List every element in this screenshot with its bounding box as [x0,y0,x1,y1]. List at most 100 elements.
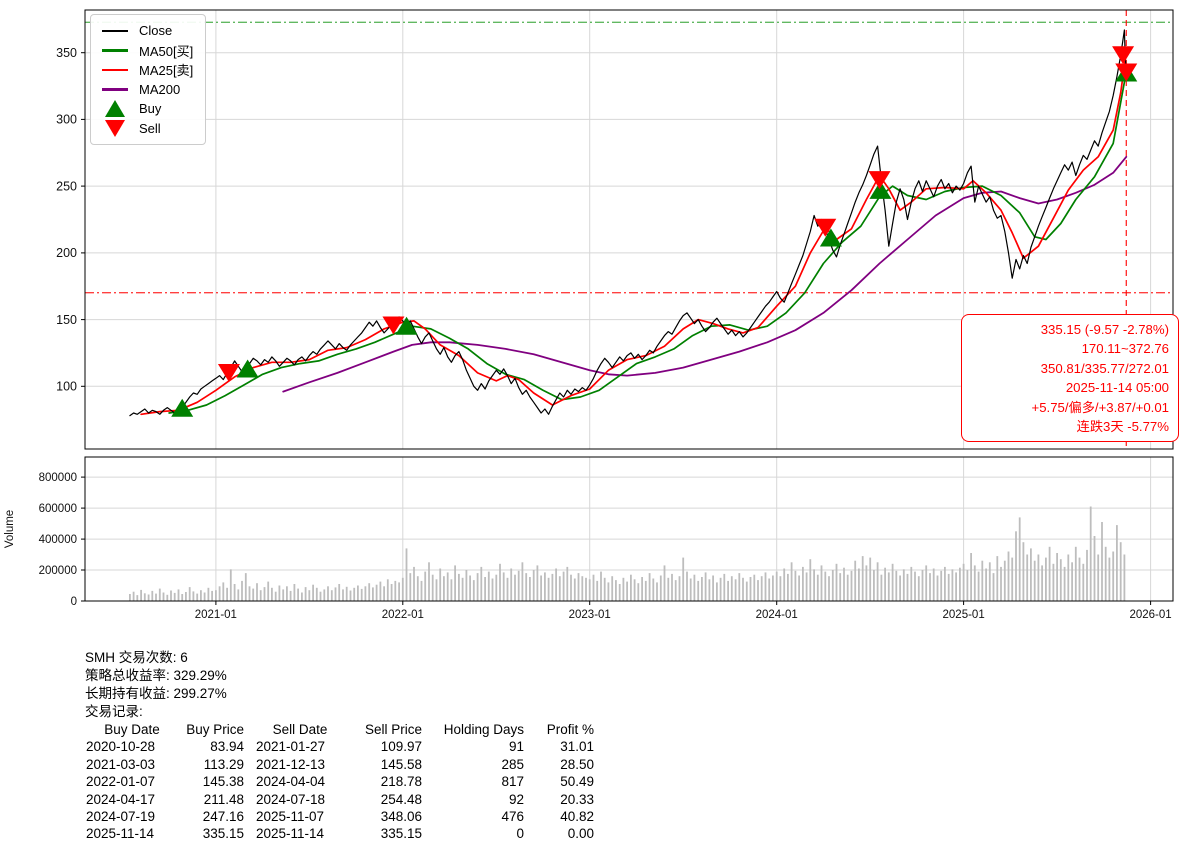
volume-axis-title: Volume [4,510,16,548]
volume-bar [686,571,688,601]
volume-bar [1123,554,1126,601]
volume-bar [484,577,486,601]
volume-bar [458,573,460,601]
volume-bar [181,594,184,601]
volume-bar [622,577,625,601]
volume-bar [450,579,453,601]
volume-bar [947,573,950,601]
volume-bar [401,577,404,601]
volume-bar [895,570,898,601]
volume-bar [525,573,528,601]
volume-bar [342,589,344,601]
volume-bar [973,565,976,601]
volume-bar [1067,554,1070,601]
volume-bar [132,591,135,601]
volume-bar [839,573,842,601]
volume-bar [701,577,703,601]
trade-cell: 2024-07-19 [86,809,156,825]
legend: Close MA50[买] MA25[卖] MA200 Buy Sell [90,14,207,145]
volume-bar [256,583,258,601]
volume-bar [772,575,774,601]
volume-bar [734,579,737,601]
volume-bar [375,584,378,601]
volume-bar [719,577,722,601]
volume-bar [652,578,655,601]
volume-bar [544,572,546,601]
volume-bar [1093,536,1096,601]
trade-cell: 2025-11-14 [86,826,155,842]
volume-bar [1101,522,1103,601]
volume-bar [263,587,266,601]
trade-table-header: Buy Date Buy Price Sell Date Sell Price … [86,721,594,738]
volume-bar [252,588,255,601]
volume-bar [304,587,307,601]
volume-bar [626,581,628,601]
trade-cell: 2020-10-28 [86,739,156,755]
buy-marker [171,398,194,417]
volume-bar [1030,548,1032,601]
volume-bar [775,571,778,601]
legend-label: MA25[卖] [139,63,194,79]
volume-bar [787,573,789,601]
volume-bar [308,590,311,601]
trade-cell: 2025-11-07 [256,809,325,825]
volume-bar [1048,546,1051,601]
annotation-price-change: 335.15 (-9.57 -2.78%) [1040,322,1169,337]
volume-bar [461,577,464,601]
trade-row: 2024-04-17 211.48 2024-07-18 254.48 92 20.33 [86,791,594,808]
volume-bar [1104,546,1107,601]
buy-hold-return-line: 长期持有收益: 299.27% [85,686,227,701]
annotation-range: 170.11~372.76 [1081,341,1169,357]
volume-bar [259,590,262,601]
volume-bar [1026,554,1029,601]
volume-bar [996,556,999,601]
volume-bar [630,574,632,601]
volume-bar [798,575,800,601]
volume-bar [472,580,475,601]
legend-item-buy: Buy [100,99,193,119]
volume-bar [413,566,415,601]
trade-cell: 476 [501,809,524,825]
volume-bar [873,570,875,601]
volume-bar [581,576,584,601]
volume-bar [207,587,210,601]
volume-bar [465,570,468,601]
trade-table: Buy Date Buy Price Sell Date Sell Price … [86,721,594,843]
volume-bar [1078,557,1081,601]
volume-bar [816,574,819,601]
volume-bar [790,562,793,601]
volume-bar [955,572,957,601]
volume-bar [248,586,251,601]
volume-bar [386,579,389,601]
volume-bar [618,584,621,601]
volume-bar [431,574,434,601]
volume-bar [854,560,857,601]
volume-bar [869,557,872,601]
volume-bar [682,557,685,601]
volume-bar [712,575,714,601]
volume-tick-label: 600000 [39,503,77,515]
volume-bar [671,573,673,601]
volume-bar [173,592,176,601]
volume-bar [1015,531,1017,601]
volume-bar [887,572,890,601]
volume-bar [704,572,707,601]
volume-bar [656,582,658,601]
volume-bar [884,567,886,601]
volume-bar [286,586,288,601]
volume-bar [416,576,419,601]
trade-cell: 28.50 [560,756,594,772]
trade-cell: 31.01 [560,739,594,755]
volume-bar [267,581,270,601]
trade-cell: 0.00 [567,826,594,842]
volume-bar [858,568,860,601]
trade-cell: 2021-03-03 [86,756,156,772]
x-tick-label: 2022-01 [382,609,424,621]
volume-bar [491,578,494,601]
volume-bar [495,574,498,601]
annotation-datetime: 2025-11-14 05:00 [1065,380,1169,396]
col-holding-days: Holding Days [443,722,524,737]
volume-bar [1059,559,1062,601]
volume-bar [379,581,382,601]
volume-bar [603,577,606,601]
